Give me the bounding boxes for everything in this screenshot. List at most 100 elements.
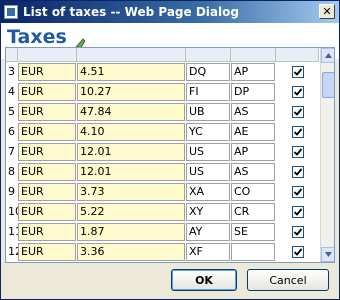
tax-code-cell[interactable]: DQ [186, 63, 230, 81]
grid-header-cell [77, 48, 186, 62]
grid-header-cell [186, 48, 231, 62]
web-page-icon [4, 5, 18, 19]
scroll-thumb[interactable] [322, 72, 334, 98]
checkmark-icon [293, 128, 303, 136]
taxes-grid: 3 EUR 4.51 DQ AP 4 EUR 10.27 FI DP 5 EUR… [5, 47, 335, 263]
row-number: 12 [8, 245, 22, 258]
row-checkbox[interactable] [292, 226, 304, 238]
currency-cell[interactable]: EUR [18, 63, 76, 81]
currency-cell[interactable]: EUR [18, 123, 76, 141]
tax-code-cell[interactable]: US [186, 143, 230, 161]
currency-cell[interactable]: EUR [18, 243, 76, 261]
currency-cell[interactable]: EUR [18, 203, 76, 221]
amount-cell[interactable]: 3.73 [77, 183, 185, 201]
currency-cell[interactable]: EUR [18, 103, 76, 121]
tax-code-cell[interactable]: AY [186, 223, 230, 241]
amount-cell[interactable]: 10.27 [77, 83, 185, 101]
tax-type-cell[interactable]: AE [231, 123, 275, 141]
row-checkbox[interactable] [292, 166, 304, 178]
title-bar[interactable]: List of taxes -- Web Page Dialog ✕ [1, 1, 339, 23]
row-checkbox[interactable] [292, 146, 304, 158]
row-number: 8 [8, 165, 15, 178]
row-checkbox[interactable] [292, 126, 304, 138]
ok-button[interactable]: OK [171, 269, 237, 291]
currency-cell[interactable]: EUR [18, 223, 76, 241]
tax-code-cell[interactable]: XF [186, 243, 230, 261]
table-row: 10 EUR 5.22 XY CR [6, 202, 319, 222]
row-checkbox[interactable] [292, 246, 304, 258]
checkmark-icon [293, 248, 303, 256]
row-number: 4 [8, 85, 15, 98]
arrow-up-icon [325, 53, 332, 58]
tax-code-cell[interactable]: YC [186, 123, 230, 141]
close-button[interactable]: ✕ [319, 4, 335, 19]
grid-header-cell [18, 48, 77, 62]
tax-type-cell[interactable] [231, 243, 275, 261]
table-row: 11 EUR 1.87 AY SE [6, 222, 319, 242]
checkmark-icon [293, 108, 303, 116]
tax-type-cell[interactable]: DP [231, 83, 275, 101]
tax-code-cell[interactable]: UB [186, 103, 230, 121]
amount-cell[interactable]: 5.22 [77, 203, 185, 221]
row-checkbox[interactable] [292, 86, 304, 98]
grid-rows: 3 EUR 4.51 DQ AP 4 EUR 10.27 FI DP 5 EUR… [6, 62, 319, 262]
currency-cell[interactable]: EUR [18, 183, 76, 201]
row-number: 9 [8, 185, 15, 198]
table-row: 12 EUR 3.36 XF [6, 242, 319, 262]
grid-header-cell [276, 48, 319, 62]
checkmark-icon [293, 168, 303, 176]
row-number: 3 [8, 65, 15, 78]
tax-type-cell[interactable]: AS [231, 103, 275, 121]
row-checkbox[interactable] [292, 206, 304, 218]
checkmark-icon [293, 208, 303, 216]
tax-type-cell[interactable]: AP [231, 63, 275, 81]
tax-type-cell[interactable]: CO [231, 183, 275, 201]
amount-cell[interactable]: 3.36 [77, 243, 185, 261]
window-title: List of taxes -- Web Page Dialog [23, 5, 239, 19]
tax-type-cell[interactable]: AS [231, 163, 275, 181]
tax-type-cell[interactable]: CR [231, 203, 275, 221]
scroll-up-button[interactable] [321, 48, 334, 63]
table-row: 9 EUR 3.73 XA CO [6, 182, 319, 202]
tax-code-cell[interactable]: XY [186, 203, 230, 221]
table-row: 3 EUR 4.51 DQ AP [6, 62, 319, 82]
page-title: Taxes [7, 26, 67, 48]
tax-code-cell[interactable]: FI [186, 83, 230, 101]
tax-type-cell[interactable]: AP [231, 143, 275, 161]
cancel-button[interactable]: Cancel [247, 269, 329, 291]
row-checkbox[interactable] [292, 106, 304, 118]
amount-cell[interactable]: 1.87 [77, 223, 185, 241]
amount-cell[interactable]: 4.51 [77, 63, 185, 81]
row-number: 10 [8, 205, 22, 218]
checkmark-icon [293, 228, 303, 236]
table-row: 4 EUR 10.27 FI DP [6, 82, 319, 102]
table-row: 5 EUR 47.84 UB AS [6, 102, 319, 122]
table-row: 6 EUR 4.10 YC AE [6, 122, 319, 142]
amount-cell[interactable]: 12.01 [77, 143, 185, 161]
amount-cell[interactable]: 47.84 [77, 103, 185, 121]
row-checkbox[interactable] [292, 66, 304, 78]
row-checkbox[interactable] [292, 186, 304, 198]
tax-code-cell[interactable]: US [186, 163, 230, 181]
checkmark-icon [293, 188, 303, 196]
row-number: 7 [8, 145, 15, 158]
arrow-down-icon [325, 252, 332, 257]
table-row: 8 EUR 12.01 US AS [6, 162, 319, 182]
table-row: 7 EUR 12.01 US AP [6, 142, 319, 162]
currency-cell[interactable]: EUR [18, 83, 76, 101]
checkmark-icon [293, 88, 303, 96]
amount-cell[interactable]: 4.10 [77, 123, 185, 141]
row-number: 6 [8, 125, 15, 138]
checkmark-icon [293, 148, 303, 156]
grid-header-cell [231, 48, 276, 62]
currency-cell[interactable]: EUR [18, 163, 76, 181]
amount-cell[interactable]: 12.01 [77, 163, 185, 181]
tax-type-cell[interactable]: SE [231, 223, 275, 241]
checkmark-icon [293, 68, 303, 76]
scroll-down-button[interactable] [321, 247, 334, 262]
currency-cell[interactable]: EUR [18, 143, 76, 161]
grid-header-cell [6, 48, 18, 62]
tax-code-cell[interactable]: XA [186, 183, 230, 201]
vertical-scrollbar[interactable] [320, 48, 334, 262]
grid-header [6, 48, 319, 62]
